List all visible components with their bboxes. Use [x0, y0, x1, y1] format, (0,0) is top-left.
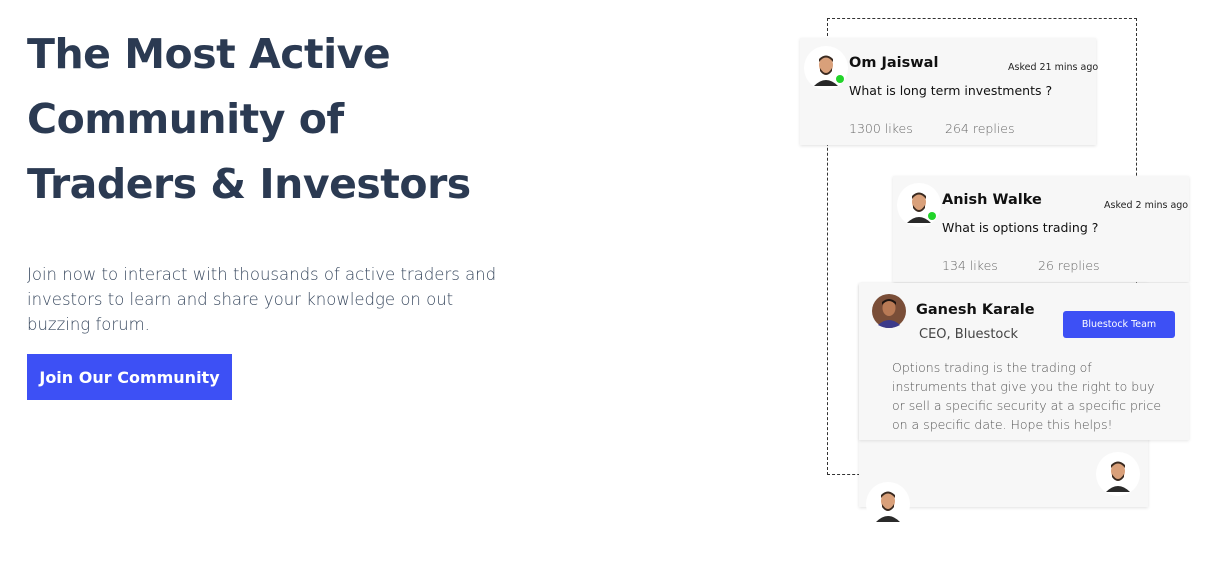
post-likes[interactable]: 1300 likes [849, 121, 913, 136]
hero-title: The Most Active Community of Traders & I… [27, 22, 587, 217]
online-status-icon [836, 75, 844, 83]
join-community-button[interactable]: Join Our Community [27, 354, 232, 400]
post-replies[interactable]: 26 replies [1038, 258, 1100, 273]
post-question[interactable]: What is options trading ? [942, 220, 1098, 235]
post-likes[interactable]: 134 likes [942, 258, 998, 273]
hero-description: Join now to interact with thousands of a… [27, 265, 497, 334]
post-author-name: Om Jaiswal [849, 55, 939, 71]
user-avatar-icon [868, 484, 908, 524]
post-author-name: Anish Walke [942, 192, 1042, 208]
post-timestamp: Asked 2 mins ago [1104, 200, 1189, 211]
post-replies[interactable]: 264 replies [945, 121, 1014, 136]
hero-section: The Most Active Community of Traders & I… [27, 22, 587, 217]
answer-text: Options trading is the trading of instru… [892, 360, 1162, 432]
answer-author-name: Ganesh Karale [916, 302, 1035, 318]
user-avatar-icon [869, 291, 909, 331]
hero-title-line-2: Community of [27, 95, 344, 143]
online-status-icon [928, 212, 936, 220]
post-question[interactable]: What is long term investments ? [849, 83, 1052, 98]
team-badge-button[interactable]: Bluestock Team [1063, 311, 1175, 338]
user-avatar-icon [1098, 454, 1138, 494]
hero-title-line-3: Traders & Investors [27, 160, 471, 208]
post-timestamp: Asked 21 mins ago [1008, 62, 1099, 73]
hero-title-line-1: The Most Active [27, 30, 391, 78]
answer-author-role: CEO, Bluestock [919, 327, 1019, 342]
